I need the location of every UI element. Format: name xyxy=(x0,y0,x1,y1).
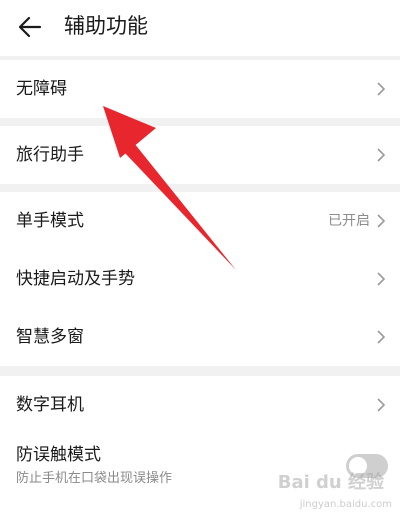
setting-row-smart-multiwindow[interactable]: 智慧多窗 xyxy=(0,308,400,366)
settings-group-modes: 单手模式 已开启 快捷启动及手势 智慧多窗 xyxy=(0,192,400,366)
settings-group-travel: 旅行助手 xyxy=(0,126,400,184)
setting-label: 无障碍 xyxy=(16,79,67,99)
chevron-right-icon xyxy=(377,148,386,162)
chevron-right-icon xyxy=(377,82,386,96)
setting-row-accessibility[interactable]: 无障碍 xyxy=(0,60,400,118)
setting-label: 旅行助手 xyxy=(16,145,84,165)
watermark-url: jingyan.baidu.com xyxy=(299,499,392,510)
chevron-right-icon xyxy=(377,272,386,286)
page-title: 辅助功能 xyxy=(64,14,148,38)
chevron-right-icon xyxy=(377,398,386,412)
setting-row-shortcuts-gestures[interactable]: 快捷启动及手势 xyxy=(0,250,400,308)
app-header: 辅助功能 xyxy=(0,0,400,56)
setting-label: 防误触模式 xyxy=(16,445,101,465)
setting-label: 数字耳机 xyxy=(16,395,84,415)
setting-label: 快捷启动及手势 xyxy=(16,269,135,289)
setting-status-value: 已开启 xyxy=(328,213,370,229)
setting-subtitle: 防止手机在口袋出现误操作 xyxy=(16,471,173,486)
chevron-right-icon xyxy=(377,330,386,344)
chevron-right-icon xyxy=(377,214,386,228)
setting-label: 智慧多窗 xyxy=(16,327,84,347)
back-arrow-icon[interactable] xyxy=(16,12,46,42)
settings-group-accessibility: 无障碍 xyxy=(0,60,400,118)
setting-row-digital-earphone[interactable]: 数字耳机 xyxy=(0,376,400,434)
setting-label: 单手模式 xyxy=(16,211,84,231)
setting-row-one-hand-mode[interactable]: 单手模式 已开启 xyxy=(0,192,400,250)
setting-row-travel-assistant[interactable]: 旅行助手 xyxy=(0,126,400,184)
watermark-logo: Bai du 经验 xyxy=(277,472,384,493)
